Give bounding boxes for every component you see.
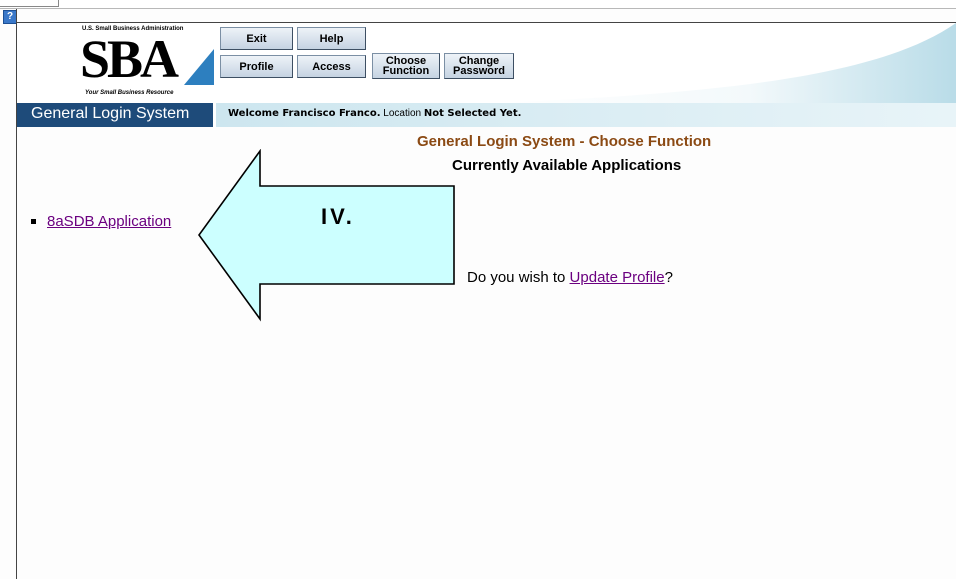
annotation-label: IV. [321, 204, 355, 229]
help-button-label: Help [319, 32, 344, 45]
logo-triangle [184, 49, 214, 85]
header: U.S. Small Business Administration SBA Y… [17, 23, 956, 103]
top-strip [0, 0, 956, 9]
location-value: Not Selected Yet. [423, 108, 522, 119]
help-icon[interactable]: ? [3, 10, 17, 24]
access-button-label: Access [312, 60, 351, 73]
page-title: General Login System - Choose Function [417, 133, 712, 150]
update-prompt-prefix: Do you wish to [467, 269, 570, 286]
change-password-label-2: Password [453, 65, 505, 77]
tab-edge [0, 0, 59, 7]
application-list: 8aSDB Application [31, 213, 171, 230]
list-item: 8aSDB Application [31, 213, 171, 230]
exit-button[interactable]: Exit [220, 27, 293, 50]
change-password-button[interactable]: Change Password [444, 53, 514, 79]
update-profile-link[interactable]: Update Profile [570, 269, 665, 286]
sba-logo: U.S. Small Business Administration SBA Y… [80, 26, 230, 102]
help-button[interactable]: Help [297, 27, 366, 50]
left-arrow-annotation [198, 149, 455, 322]
system-name: General Login System [31, 105, 190, 122]
location-label: Location [380, 108, 424, 119]
welcome-user: Welcome Francisco Franco. [228, 108, 381, 119]
access-button[interactable]: Access [297, 55, 366, 78]
logo-tagline: Your Small Business Resource [85, 90, 174, 96]
choose-function-button[interactable]: Choose Function [372, 53, 440, 79]
arrow-shape [198, 149, 455, 322]
logo-text: SBA [80, 29, 179, 89]
profile-button-label: Profile [239, 60, 274, 73]
exit-button-label: Exit [246, 32, 267, 45]
choose-function-label-2: Function [382, 65, 430, 77]
update-prompt-suffix: ? [664, 269, 673, 286]
section-subtitle: Currently Available Applications [452, 157, 682, 174]
bullet-icon [31, 219, 36, 224]
welcome-message: Welcome Francisco Franco. Location Not S… [228, 108, 521, 119]
update-profile-prompt: Do you wish to Update Profile? [467, 269, 673, 286]
application-link-8asdb[interactable]: 8aSDB Application [47, 213, 171, 230]
profile-button[interactable]: Profile [220, 55, 293, 78]
